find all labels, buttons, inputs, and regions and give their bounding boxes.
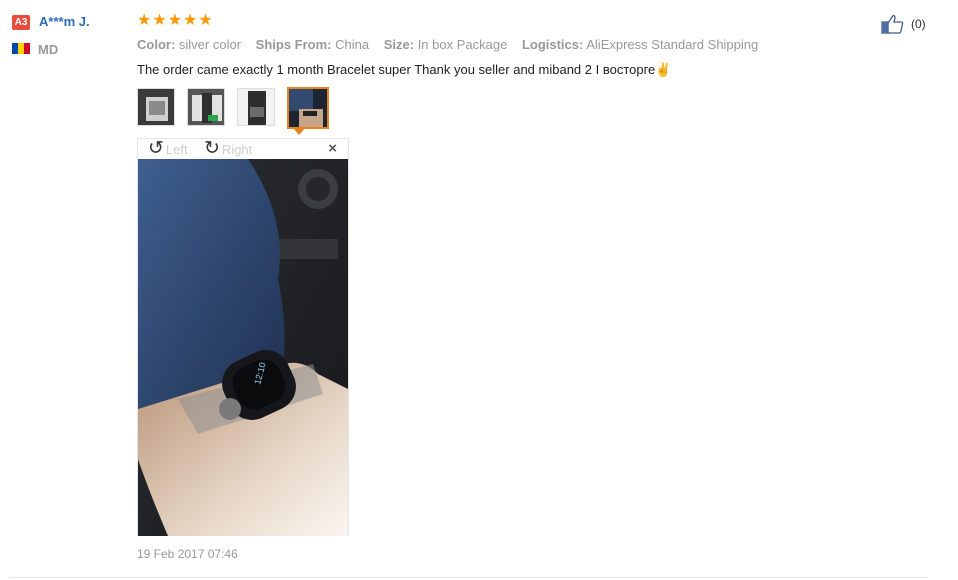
review-photo: 12:10 (138, 159, 348, 536)
attr-color: Color: silver color (137, 37, 241, 52)
buyer-level-badge: A3 (12, 15, 30, 30)
star-icon: ★ (167, 12, 183, 29)
review-divider (10, 577, 928, 578)
attr-ships-from: Ships From: China (256, 37, 369, 52)
rotate-left-button[interactable]: ↺ Left (148, 139, 188, 159)
helpful-count: (0) (911, 17, 926, 31)
photo-thumbnail[interactable] (237, 88, 275, 126)
photo-thumbnail[interactable] (187, 88, 225, 126)
star-icon: ★ (183, 12, 198, 29)
close-viewer-button[interactable]: × (328, 140, 337, 157)
rotate-right-icon: ↻ (204, 138, 220, 159)
rotate-left-label: Left (165, 141, 188, 157)
rotate-right-button[interactable]: ↻ Right (204, 139, 252, 159)
active-thumbnail-indicator (293, 128, 305, 135)
attr-label: Size: (383, 37, 415, 52)
star-icon: ★ (152, 12, 167, 29)
star-icon: ★ (137, 12, 152, 29)
photo-thumbnail-active[interactable] (287, 87, 329, 129)
attr-value: AliExpress Standard Shipping (586, 37, 759, 52)
rotate-left-icon: ↺ (148, 138, 164, 159)
helpful-button[interactable]: (0) (881, 14, 926, 34)
photo-thumbnail[interactable] (137, 88, 175, 126)
thumbs-up-icon (881, 15, 904, 34)
country-flag-icon (12, 43, 30, 54)
attr-value: silver color (178, 37, 242, 52)
review-comment: The order came exactly 1 month Bracelet … (137, 62, 672, 77)
attr-label: Logistics: (521, 37, 584, 52)
review-date: 19 Feb 2017 07:46 (137, 547, 238, 561)
star-icon: ★ (198, 12, 213, 29)
attr-label: Color: (137, 37, 176, 52)
photo-thumbnails (137, 87, 329, 129)
rating-stars: ★ ★ ★ ★ ★ (137, 12, 213, 30)
attr-logistics: Logistics: AliExpress Standard Shipping (522, 37, 758, 52)
reviewer-name[interactable]: A***m J. (39, 14, 90, 29)
rotate-right-label: Right (221, 141, 253, 157)
reviewer-country: MD (38, 42, 59, 57)
photo-viewer: ↺ Left ↻ Right × 12:10 (137, 138, 349, 536)
attr-value: In box Package (417, 37, 508, 52)
order-attributes: Color: silver color Ships From: China Si… (137, 37, 769, 52)
attr-size: Size: In box Package (384, 37, 508, 52)
attr-label: Ships From: (255, 37, 332, 52)
attr-value: China (335, 37, 370, 52)
viewer-toolbar: ↺ Left ↻ Right × (138, 139, 348, 159)
